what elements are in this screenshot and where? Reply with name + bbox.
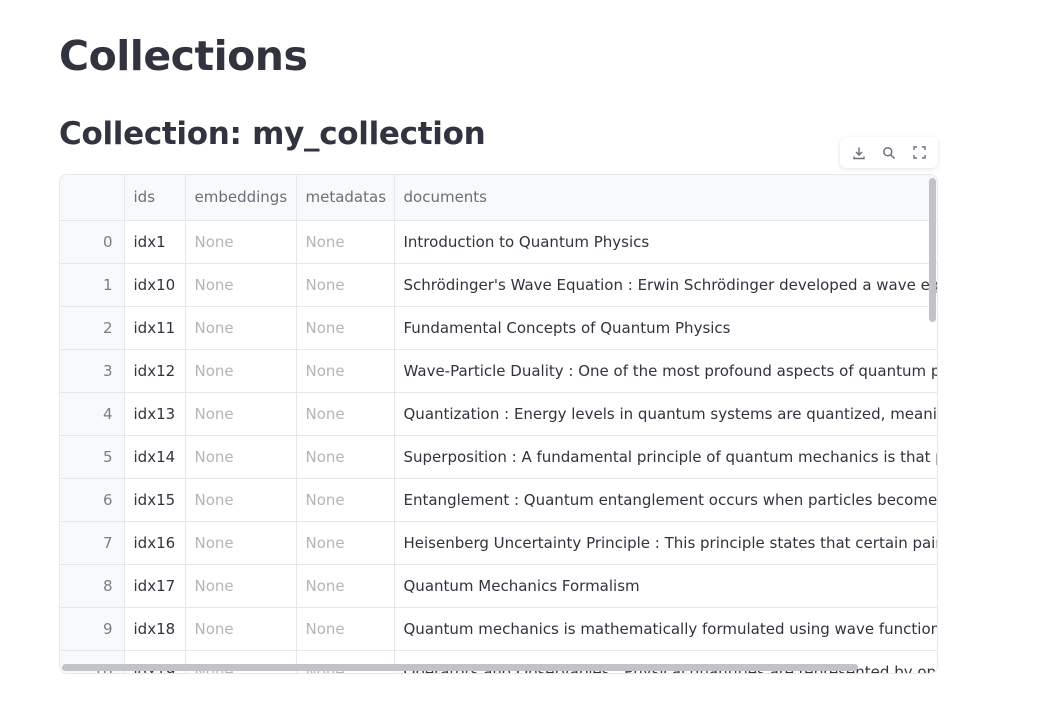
search-icon bbox=[882, 146, 896, 160]
embeddings-cell[interactable]: None bbox=[185, 349, 297, 393]
fullscreen-icon bbox=[912, 146, 926, 159]
row-index-cell[interactable]: 1 bbox=[60, 263, 125, 307]
row-index-cell[interactable]: 3 bbox=[60, 349, 125, 393]
ids-cell[interactable]: idx11 bbox=[124, 306, 186, 350]
download-button[interactable] bbox=[847, 141, 871, 165]
ids-cell[interactable]: idx12 bbox=[124, 349, 186, 393]
ids-cell[interactable]: idx1 bbox=[124, 220, 186, 264]
metadatas-cell[interactable]: None bbox=[296, 220, 395, 264]
table-row[interactable]: 0 idx1 None None Introduction to Quantum Phy… bbox=[60, 220, 937, 264]
documents-cell[interactable]: Entanglement : Quantum entanglement occu… bbox=[394, 478, 937, 522]
search-button[interactable] bbox=[877, 141, 901, 165]
row-index-cell[interactable]: 0 bbox=[60, 220, 125, 264]
data-table[interactable]: ids embeddings metadatas documents 0 idx1… bbox=[59, 174, 938, 674]
collection-title: Collection: my_collection bbox=[59, 116, 486, 152]
documents-cell[interactable]: Schrödinger's Wave Equation : Erwin Schr… bbox=[394, 263, 937, 307]
documents-cell[interactable]: Superposition : A fundamental principle … bbox=[394, 435, 937, 479]
column-header-index[interactable] bbox=[60, 175, 125, 221]
metadatas-cell[interactable]: None bbox=[296, 478, 395, 522]
ids-cell[interactable]: idx15 bbox=[124, 478, 186, 522]
table-toolbar bbox=[840, 137, 938, 168]
embeddings-cell[interactable]: None bbox=[185, 564, 297, 608]
row-index-cell[interactable]: 5 bbox=[60, 435, 125, 479]
table-row[interactable]: 6 idx15 None None Entanglement : Quantum ent… bbox=[60, 478, 937, 522]
ids-cell[interactable]: idx14 bbox=[124, 435, 186, 479]
documents-cell[interactable]: Quantum mechanics is mathematically form… bbox=[394, 607, 937, 651]
documents-cell[interactable]: Fundamental Concepts of Quantum Physics bbox=[394, 306, 937, 350]
documents-cell[interactable]: Wave-Particle Duality : One of the most … bbox=[394, 349, 937, 393]
table-row[interactable]: 1 idx10 None None Schrödinger's Wave Equatio… bbox=[60, 263, 937, 307]
row-index-cell[interactable]: 6 bbox=[60, 478, 125, 522]
metadatas-cell[interactable]: None bbox=[296, 435, 395, 479]
metadatas-cell[interactable]: None bbox=[296, 564, 395, 608]
vertical-scrollbar[interactable] bbox=[929, 178, 936, 322]
table-row[interactable]: 4 idx13 None None Quantization : Energy leve… bbox=[60, 392, 937, 436]
embeddings-cell[interactable]: None bbox=[185, 435, 297, 479]
embeddings-cell[interactable]: None bbox=[185, 478, 297, 522]
row-index-cell[interactable]: 2 bbox=[60, 306, 125, 350]
metadatas-cell[interactable]: None bbox=[296, 392, 395, 436]
table-row[interactable]: 8 idx17 None None Quantum Mechanics Formalis… bbox=[60, 564, 937, 608]
ids-cell[interactable]: idx10 bbox=[124, 263, 186, 307]
table-header-row: ids embeddings metadatas documents bbox=[60, 175, 937, 221]
page-title: Collections bbox=[59, 32, 308, 80]
row-index-cell[interactable]: 4 bbox=[60, 392, 125, 436]
metadatas-cell[interactable]: None bbox=[296, 263, 395, 307]
metadatas-cell[interactable]: None bbox=[296, 607, 395, 651]
embeddings-cell[interactable]: None bbox=[185, 263, 297, 307]
table-row[interactable]: 9 idx18 None None Quantum mechanics is mathe… bbox=[60, 607, 937, 651]
embeddings-cell[interactable]: None bbox=[185, 392, 297, 436]
table-row[interactable]: 7 idx16 None None Heisenberg Uncertainty Pri… bbox=[60, 521, 937, 565]
horizontal-scrollbar[interactable] bbox=[62, 664, 858, 671]
embeddings-cell[interactable]: None bbox=[185, 220, 297, 264]
table-row[interactable]: 2 idx11 None None Fundamental Concepts of Qu… bbox=[60, 306, 937, 350]
documents-cell[interactable]: Quantum Mechanics Formalism bbox=[394, 564, 937, 608]
ids-cell[interactable]: idx17 bbox=[124, 564, 186, 608]
metadatas-cell[interactable]: None bbox=[296, 306, 395, 350]
ids-cell[interactable]: idx18 bbox=[124, 607, 186, 651]
fullscreen-button[interactable] bbox=[907, 141, 931, 165]
ids-cell[interactable]: idx16 bbox=[124, 521, 186, 565]
embeddings-cell[interactable]: None bbox=[185, 306, 297, 350]
documents-cell[interactable]: Heisenberg Uncertainty Principle : This … bbox=[394, 521, 937, 565]
table-row[interactable]: 5 idx14 None None Superposition : A fundamen… bbox=[60, 435, 937, 479]
embeddings-cell[interactable]: None bbox=[185, 607, 297, 651]
column-header-metadatas[interactable]: metadatas bbox=[296, 175, 395, 221]
column-header-ids[interactable]: ids bbox=[124, 175, 186, 221]
row-index-cell[interactable]: 9 bbox=[60, 607, 125, 651]
embeddings-cell[interactable]: None bbox=[185, 521, 297, 565]
row-index-cell[interactable]: 8 bbox=[60, 564, 125, 608]
documents-cell[interactable]: Quantization : Energy levels in quantum … bbox=[394, 392, 937, 436]
metadatas-cell[interactable]: None bbox=[296, 349, 395, 393]
table-row[interactable]: 3 idx12 None None Wave-Particle Duality : On… bbox=[60, 349, 937, 393]
column-header-embeddings[interactable]: embeddings bbox=[185, 175, 297, 221]
download-icon bbox=[852, 146, 866, 160]
column-header-documents[interactable]: documents bbox=[394, 175, 937, 221]
documents-cell[interactable]: Introduction to Quantum Physics bbox=[394, 220, 937, 264]
ids-cell[interactable]: idx13 bbox=[124, 392, 186, 436]
page: Collections Collection: my_collection id… bbox=[0, 0, 1041, 718]
metadatas-cell[interactable]: None bbox=[296, 521, 395, 565]
row-index-cell[interactable]: 7 bbox=[60, 521, 125, 565]
